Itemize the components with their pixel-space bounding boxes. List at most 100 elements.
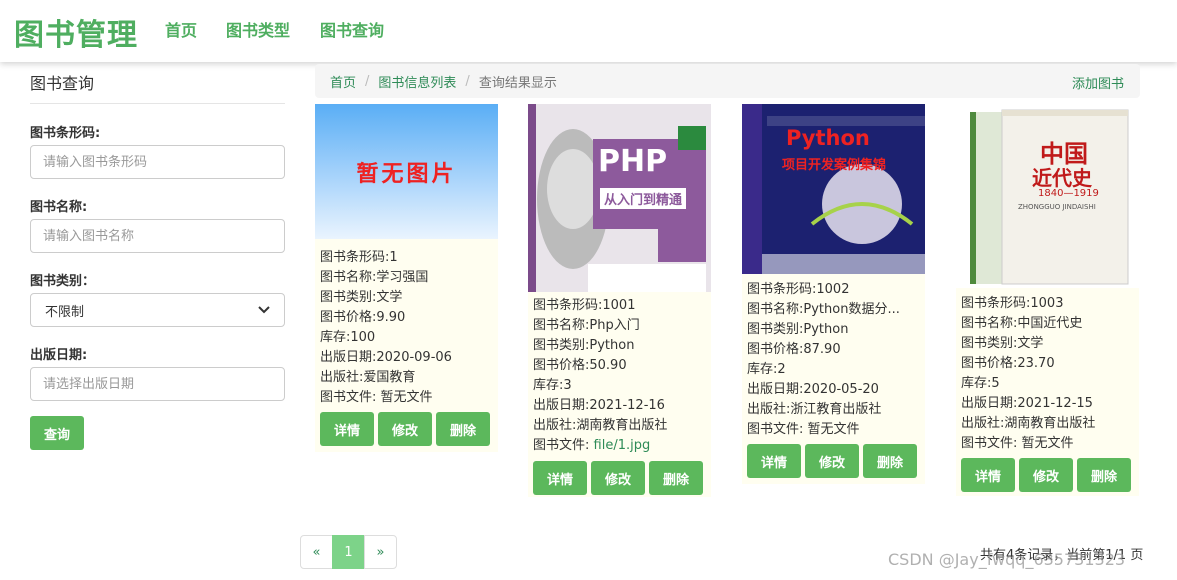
card-actions: 详情 修改 删除 xyxy=(533,461,703,495)
book-barcode: 图书条形码:1002 xyxy=(747,282,850,297)
book-file: 图书文件: 暂无文件 xyxy=(747,420,922,440)
brand-logo[interactable]: 图书管理 xyxy=(14,10,138,54)
breadcrumb-current: 查询结果显示 xyxy=(478,75,557,91)
name-input[interactable] xyxy=(30,219,285,253)
book-category: 图书类别:文学 xyxy=(320,290,403,305)
delete-button[interactable]: 删除 xyxy=(863,444,917,478)
book-file-value: 暂无文件 xyxy=(807,422,860,437)
book-cover[interactable]: PHP 从入门到精通 xyxy=(528,104,711,292)
edit-button[interactable]: 修改 xyxy=(591,461,645,495)
card-actions: 详情 修改 删除 xyxy=(961,458,1131,492)
book-card: 暂无图片 图书条形码:1 图书名称:学习强国 图书类别:文学 图书价格:9.90… xyxy=(315,104,498,452)
book-price: 图书价格:9.90 xyxy=(320,310,406,325)
book-stock: 库存:3 xyxy=(533,378,572,393)
add-book-link[interactable]: 添加图书 xyxy=(1072,73,1124,92)
book-file-label: 图书文件: xyxy=(320,390,381,405)
edit-button[interactable]: 修改 xyxy=(1019,458,1073,492)
sidebar-title: 图书查询 xyxy=(30,70,285,104)
cover-title: PHP xyxy=(598,144,668,179)
chevron-down-icon xyxy=(258,306,270,314)
edit-button[interactable]: 修改 xyxy=(378,412,432,446)
book-category: 图书类别:Python xyxy=(747,322,849,337)
cover-years: 1840—1919 xyxy=(1038,188,1099,199)
book-file: 图书文件: file/1.jpg xyxy=(533,436,708,456)
book-stock: 库存:5 xyxy=(961,376,1000,391)
detail-button[interactable]: 详情 xyxy=(320,412,374,446)
book-info: 图书条形码:1002 图书名称:Python数据分... 图书类别:Python… xyxy=(747,280,922,440)
breadcrumb-separator: / xyxy=(465,73,470,89)
book-category: 图书类别:文学 xyxy=(961,336,1044,351)
book-info: 图书条形码:1 图书名称:学习强国 图书类别:文学 图书价格:9.90 库存:1… xyxy=(320,248,495,408)
cover-pinyin: ZHONGGUO JINDAISHI xyxy=(1018,203,1096,211)
book-barcode: 图书条形码:1003 xyxy=(961,296,1064,311)
book-file-label: 图书文件: xyxy=(747,422,808,437)
no-image-text: 暂无图片 xyxy=(356,161,457,187)
prev-page-button[interactable]: « xyxy=(300,535,333,569)
date-input[interactable] xyxy=(30,367,285,401)
edit-button[interactable]: 修改 xyxy=(805,444,859,478)
delete-button[interactable]: 删除 xyxy=(1077,458,1131,492)
category-select-value: 不限制 xyxy=(45,304,85,320)
book-name: 图书名称:Python数据分... xyxy=(747,302,900,317)
book-date: 出版日期:2021-12-16 xyxy=(533,398,665,413)
next-page-button[interactable]: » xyxy=(364,535,397,569)
book-barcode: 图书条形码:1 xyxy=(320,250,398,265)
book-publisher: 出版社:湖南教育出版社 xyxy=(533,418,668,433)
card-actions: 详情 修改 删除 xyxy=(747,444,917,478)
book-publisher: 出版社:湖南教育出版社 xyxy=(961,416,1096,431)
book-file-label: 图书文件: xyxy=(533,438,594,453)
name-label: 图书名称: xyxy=(30,200,88,215)
book-cover[interactable]: Python 项目开发案例集锦 xyxy=(742,104,925,274)
delete-button[interactable]: 删除 xyxy=(436,412,490,446)
book-stock: 库存:100 xyxy=(320,330,376,345)
book-name: 图书名称:中国近代史 xyxy=(961,316,1083,331)
cover-subtitle: 从入门到精通 xyxy=(600,188,687,209)
breadcrumb-list[interactable]: 图书信息列表 xyxy=(378,72,456,91)
pagination: « 1 » xyxy=(300,535,397,569)
book-publisher: 出版社:浙江教育出版社 xyxy=(747,402,882,417)
book-price: 图书价格:50.90 xyxy=(533,358,627,373)
book-file: 图书文件: 暂无文件 xyxy=(320,388,495,408)
book-file-value: 暂无文件 xyxy=(1021,436,1074,451)
book-cover[interactable]: 中国 近代史 1840—1919 ZHONGGUO JINDAISHI xyxy=(956,104,1139,288)
barcode-input[interactable] xyxy=(30,145,285,179)
book-cover-placeholder[interactable]: 暂无图片 xyxy=(315,104,498,239)
book-barcode: 图书条形码:1001 xyxy=(533,298,636,313)
book-date: 出版日期:2020-09-06 xyxy=(320,350,452,365)
book-price: 图书价格:87.90 xyxy=(747,342,841,357)
cover-title: Python xyxy=(786,126,870,150)
card-actions: 详情 修改 删除 xyxy=(320,412,490,446)
category-select[interactable]: 不限制 xyxy=(30,293,285,327)
breadcrumb-home[interactable]: 首页 xyxy=(330,72,356,91)
detail-button[interactable]: 详情 xyxy=(533,461,587,495)
book-name: 图书名称:Php入门 xyxy=(533,318,640,333)
category-label: 图书类别： xyxy=(30,274,96,289)
book-card: Python 项目开发案例集锦 图书条形码:1002 图书名称:Python数据… xyxy=(742,104,925,484)
book-category: 图书类别:Python xyxy=(533,338,635,353)
top-navbar: 图书管理 首页 图书类型 图书查询 xyxy=(0,0,1177,62)
book-card: PHP 从入门到精通 图书条形码:1001 图书名称:Php入门 图书类别:Py… xyxy=(528,104,711,497)
date-label: 出版日期: xyxy=(30,348,88,363)
book-publisher: 出版社:爱国教育 xyxy=(320,370,416,385)
book-file: 图书文件: 暂无文件 xyxy=(961,434,1136,454)
delete-button[interactable]: 删除 xyxy=(649,461,703,495)
nav-book-search[interactable]: 图书查询 xyxy=(320,17,384,41)
cover-subtitle: 近代史 xyxy=(1032,166,1092,190)
detail-button[interactable]: 详情 xyxy=(961,458,1015,492)
search-sidebar: 图书查询 图书条形码: 图书名称: 图书类别： 不限制 出版日期: 查询 xyxy=(30,70,285,450)
page-1-button[interactable]: 1 xyxy=(332,535,365,569)
book-date: 出版日期:2021-12-15 xyxy=(961,396,1093,411)
book-info: 图书条形码:1003 图书名称:中国近代史 图书类别:文学 图书价格:23.70… xyxy=(961,294,1136,454)
search-button[interactable]: 查询 xyxy=(30,416,84,450)
breadcrumb: 首页 / 图书信息列表 / 查询结果显示 添加图书 xyxy=(315,64,1140,98)
cover-subtitle: 项目开发案例集锦 xyxy=(782,158,887,173)
book-info: 图书条形码:1001 图书名称:Php入门 图书类别:Python 图书价格:5… xyxy=(533,296,708,456)
book-price: 图书价格:23.70 xyxy=(961,356,1055,371)
book-file-link[interactable]: file/1.jpg xyxy=(594,438,651,453)
book-name: 图书名称:学习强国 xyxy=(320,270,429,285)
nav-home[interactable]: 首页 xyxy=(165,17,197,41)
nav-book-types[interactable]: 图书类型 xyxy=(226,17,290,41)
detail-button[interactable]: 详情 xyxy=(747,444,801,478)
watermark: CSDN @Jay_fwqq_635731323 xyxy=(888,550,1126,569)
book-date: 出版日期:2020-05-20 xyxy=(747,382,879,397)
